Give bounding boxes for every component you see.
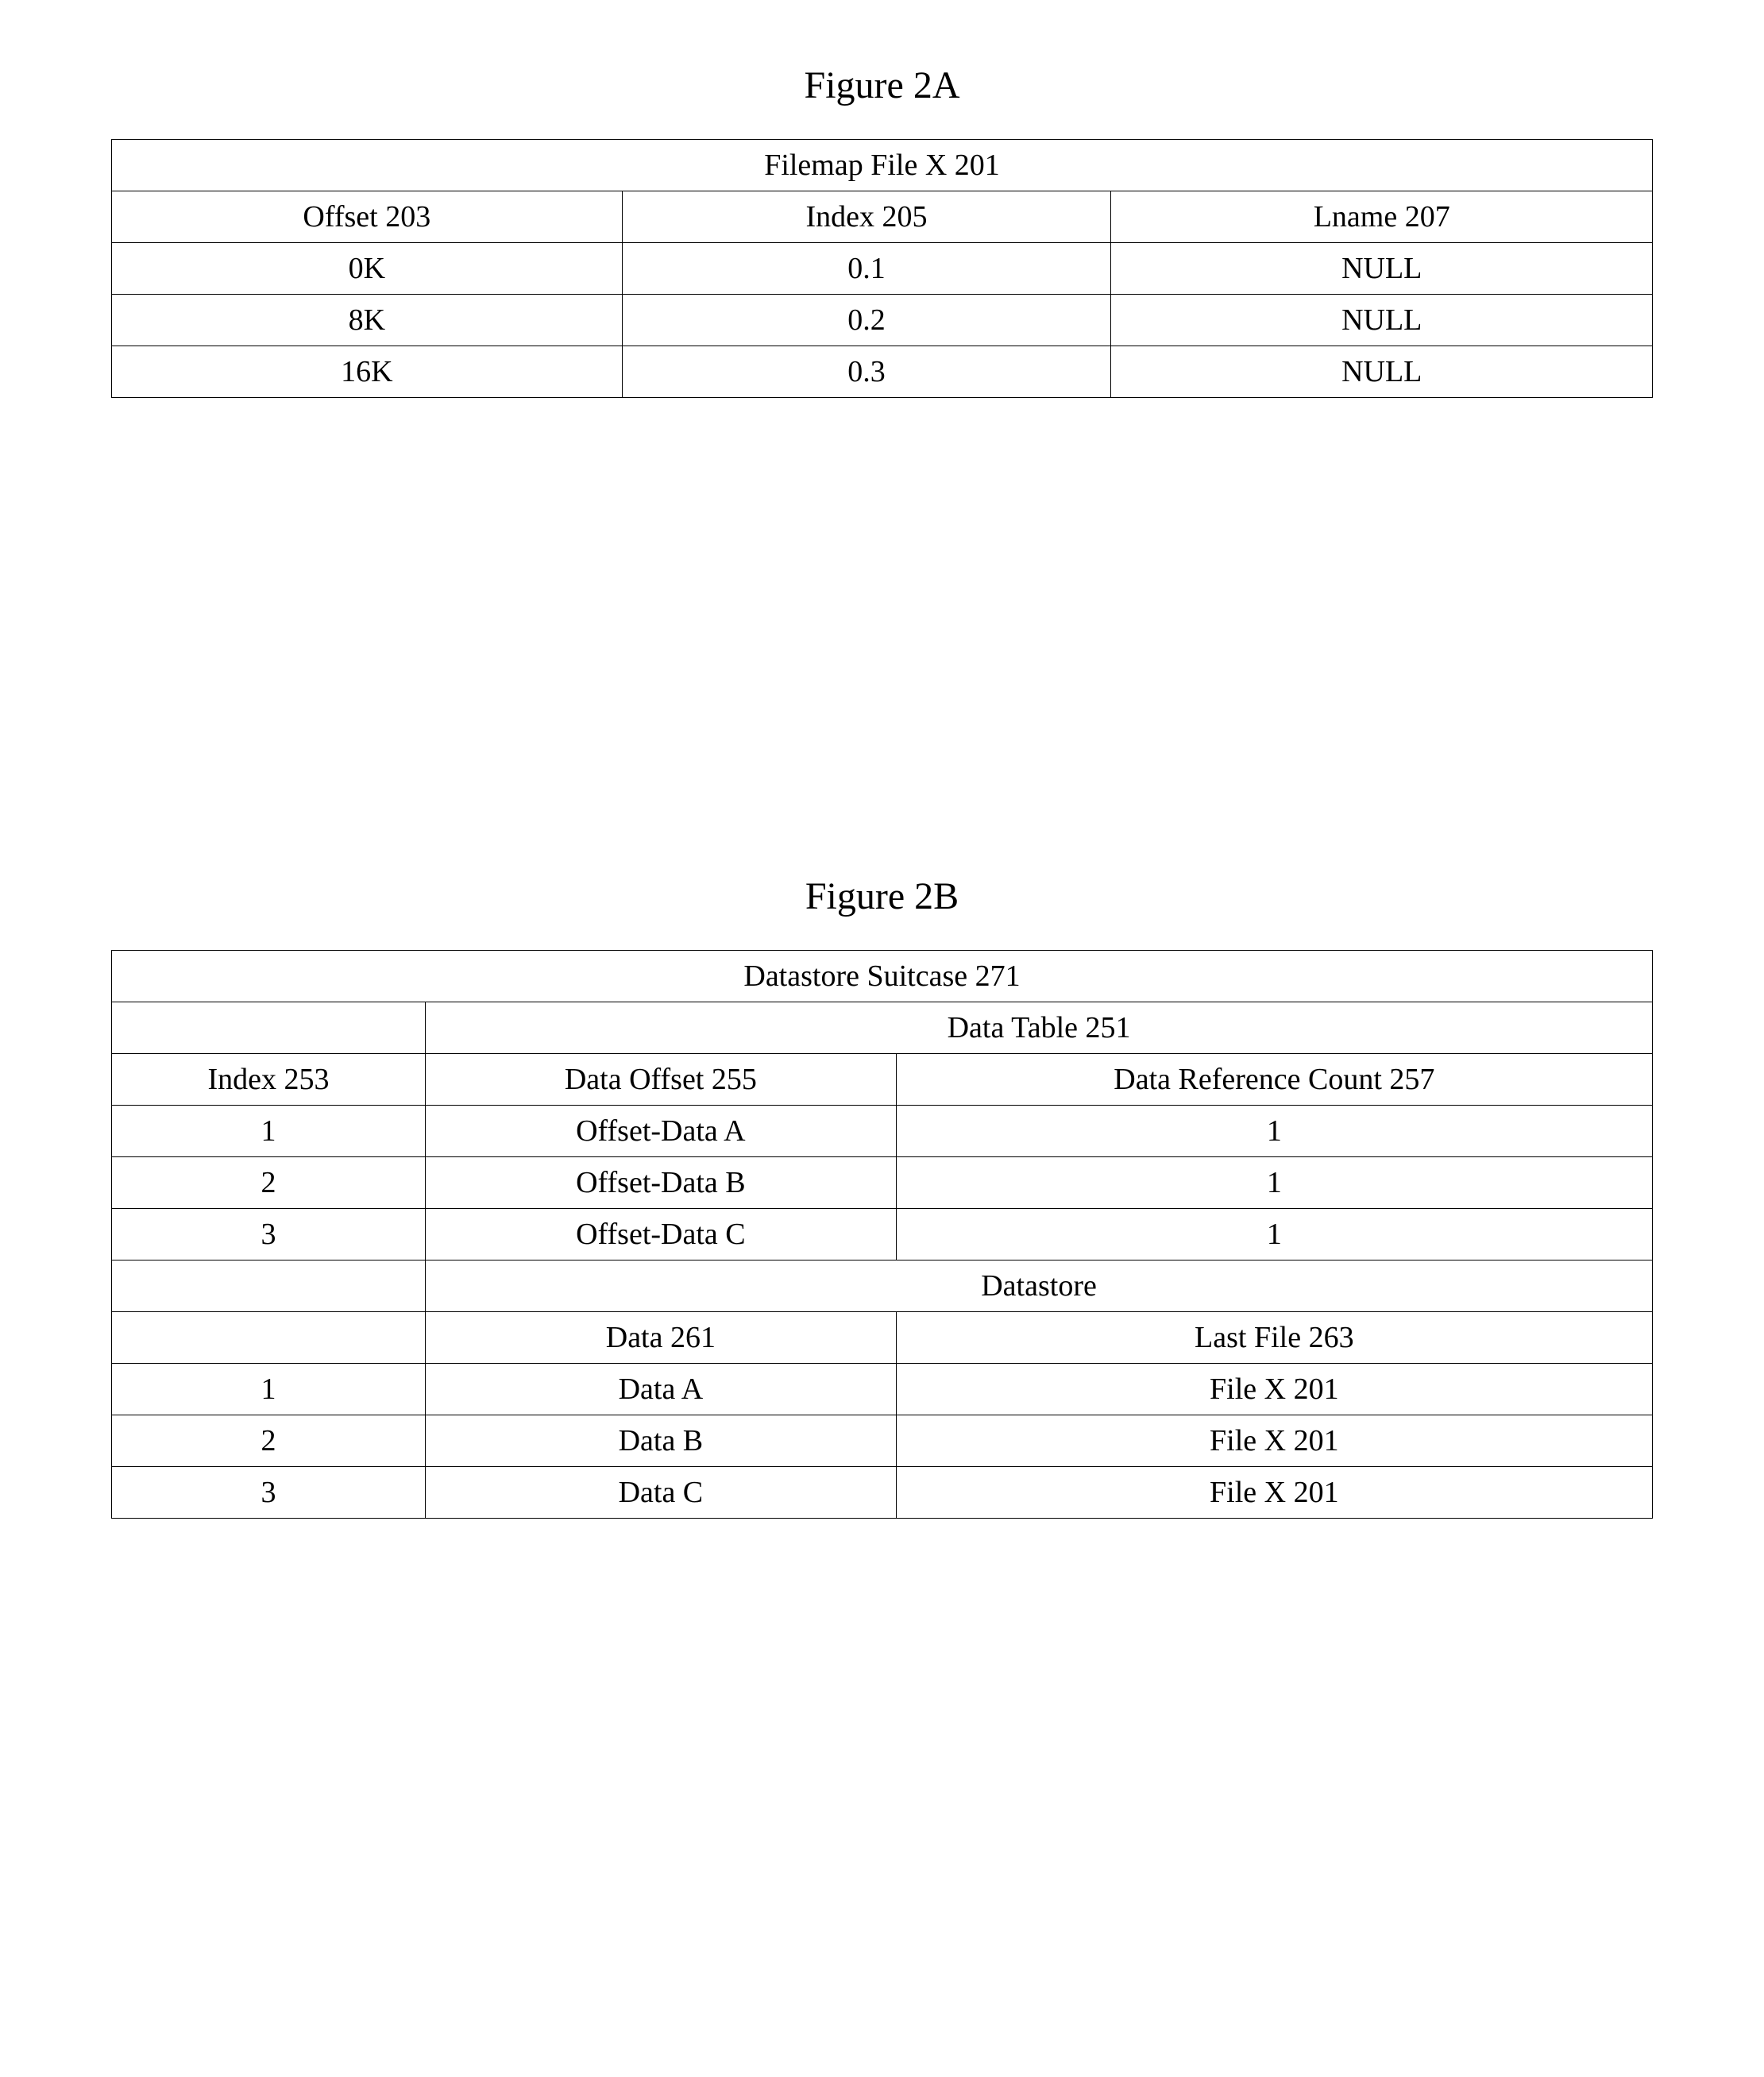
table-row: 2 Data B File X 201 bbox=[112, 1415, 1653, 1467]
cell-data-ref-count: 1 bbox=[896, 1157, 1652, 1209]
table-row: Datastore bbox=[112, 1260, 1653, 1312]
datastore-table: Datastore Suitcase 271 Data Table 251 In… bbox=[111, 950, 1653, 1519]
empty-cell bbox=[112, 1260, 426, 1312]
cell-last-file: File X 201 bbox=[896, 1364, 1652, 1415]
cell-data: Data A bbox=[426, 1364, 897, 1415]
table-row: 8K 0.2 NULL bbox=[112, 295, 1653, 346]
table-row: Data 261 Last File 263 bbox=[112, 1312, 1653, 1364]
table-row: 3 Offset-Data C 1 bbox=[112, 1209, 1653, 1260]
cell-data-ref-count: 1 bbox=[896, 1209, 1652, 1260]
table-row: Data Table 251 bbox=[112, 1002, 1653, 1054]
data-table-caption: Data Table 251 bbox=[426, 1002, 1653, 1054]
table-row: Offset 203 Index 205 Lname 207 bbox=[112, 191, 1653, 243]
cell-offset: 8K bbox=[112, 295, 623, 346]
header-index: Index 253 bbox=[112, 1054, 426, 1106]
cell-index: 2 bbox=[112, 1157, 426, 1209]
header-index: Index 205 bbox=[622, 191, 1111, 243]
cell-data-offset: Offset-Data B bbox=[426, 1157, 897, 1209]
figure-2a-title: Figure 2A bbox=[111, 64, 1653, 107]
header-lname: Lname 207 bbox=[1111, 191, 1653, 243]
cell-last-file: File X 201 bbox=[896, 1467, 1652, 1519]
filemap-table: Filemap File X 201 Offset 203 Index 205 … bbox=[111, 139, 1653, 398]
header-data-ref-count: Data Reference Count 257 bbox=[896, 1054, 1652, 1106]
cell-index: 0.3 bbox=[622, 346, 1111, 398]
cell-lname: NULL bbox=[1111, 346, 1653, 398]
cell-index: 3 bbox=[112, 1467, 426, 1519]
table-row: Filemap File X 201 bbox=[112, 140, 1653, 191]
table-row: Index 253 Data Offset 255 Data Reference… bbox=[112, 1054, 1653, 1106]
cell-data-ref-count: 1 bbox=[896, 1106, 1652, 1157]
table-row: 16K 0.3 NULL bbox=[112, 346, 1653, 398]
header-last-file: Last File 263 bbox=[896, 1312, 1652, 1364]
table-row: 1 Data A File X 201 bbox=[112, 1364, 1653, 1415]
header-data-offset: Data Offset 255 bbox=[426, 1054, 897, 1106]
table-row: 2 Offset-Data B 1 bbox=[112, 1157, 1653, 1209]
table-row: 3 Data C File X 201 bbox=[112, 1467, 1653, 1519]
cell-lname: NULL bbox=[1111, 295, 1653, 346]
cell-index: 0.1 bbox=[622, 243, 1111, 295]
header-offset: Offset 203 bbox=[112, 191, 623, 243]
cell-last-file: File X 201 bbox=[896, 1415, 1652, 1467]
cell-index: 2 bbox=[112, 1415, 426, 1467]
datastore-caption: Datastore Suitcase 271 bbox=[112, 951, 1653, 1002]
empty-cell bbox=[112, 1312, 426, 1364]
cell-offset: 16K bbox=[112, 346, 623, 398]
cell-data-offset: Offset-Data A bbox=[426, 1106, 897, 1157]
cell-index: 1 bbox=[112, 1106, 426, 1157]
cell-index: 3 bbox=[112, 1209, 426, 1260]
table-row: Datastore Suitcase 271 bbox=[112, 951, 1653, 1002]
figure-2b-title: Figure 2B bbox=[111, 874, 1653, 918]
cell-index: 1 bbox=[112, 1364, 426, 1415]
empty-cell bbox=[112, 1002, 426, 1054]
cell-data-offset: Offset-Data C bbox=[426, 1209, 897, 1260]
cell-offset: 0K bbox=[112, 243, 623, 295]
table-row: 0K 0.1 NULL bbox=[112, 243, 1653, 295]
filemap-caption: Filemap File X 201 bbox=[112, 140, 1653, 191]
cell-data: Data B bbox=[426, 1415, 897, 1467]
table-row: 1 Offset-Data A 1 bbox=[112, 1106, 1653, 1157]
datastore-section-caption: Datastore bbox=[426, 1260, 1653, 1312]
cell-data: Data C bbox=[426, 1467, 897, 1519]
cell-index: 0.2 bbox=[622, 295, 1111, 346]
header-data: Data 261 bbox=[426, 1312, 897, 1364]
cell-lname: NULL bbox=[1111, 243, 1653, 295]
